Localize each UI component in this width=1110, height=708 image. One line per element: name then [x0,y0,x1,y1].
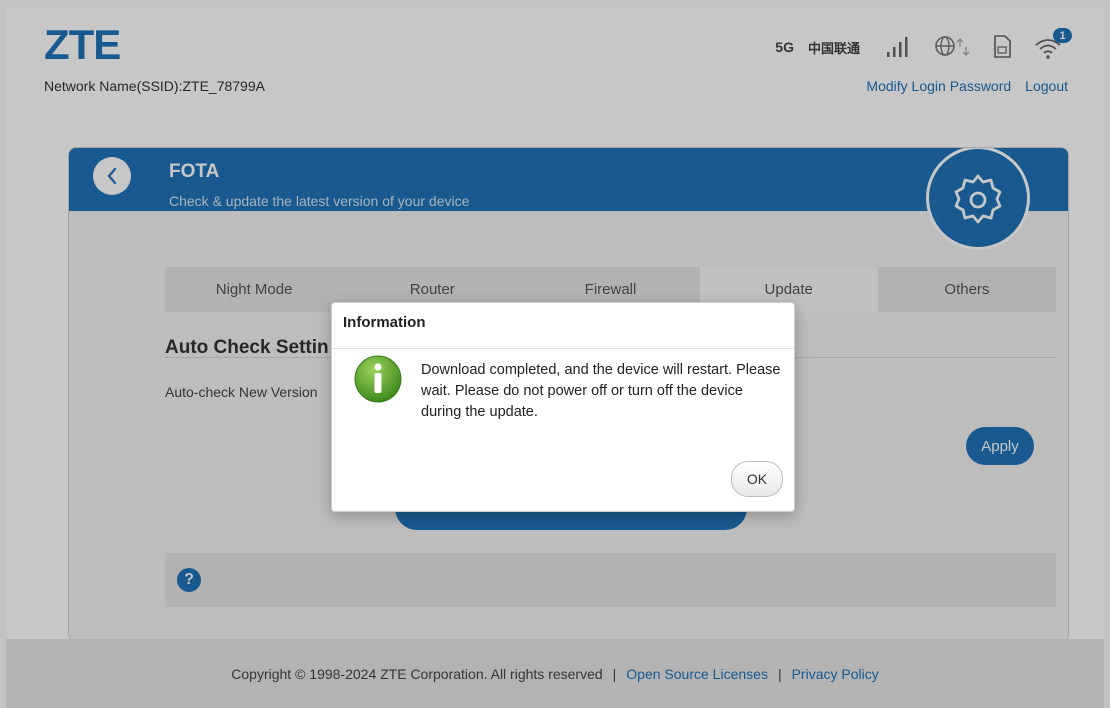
info-icon [353,354,403,409]
ok-button[interactable]: OK [731,461,783,497]
dialog-divider [332,348,794,349]
dialog-message: Download completed, and the device will … [421,362,781,420]
information-dialog: Information Download completed, and the … [331,302,795,512]
dialog-title: Information [343,314,426,331]
screen: ZTE Network Name(SSID):ZTE_78799A 5G 中国联… [0,0,1110,708]
